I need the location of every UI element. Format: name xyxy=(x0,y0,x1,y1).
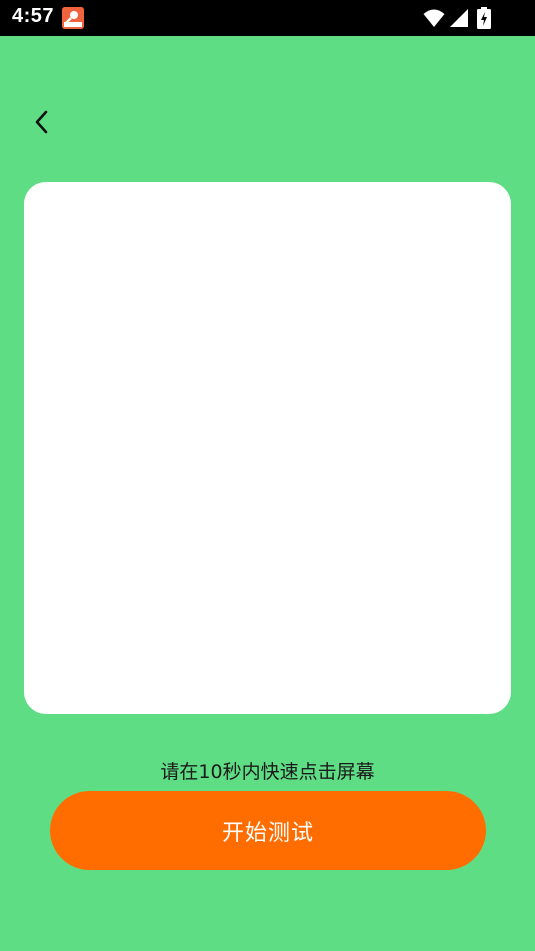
status-time: 4:57 xyxy=(12,5,55,27)
instruction-text: 请在10秒内快速点击屏幕 xyxy=(160,761,375,783)
chevron-left-icon xyxy=(32,109,52,139)
signal-icon xyxy=(449,8,469,32)
battery-charging-icon xyxy=(477,7,491,33)
wifi-icon xyxy=(423,8,445,32)
back-button[interactable] xyxy=(24,106,60,142)
status-icons xyxy=(423,7,495,29)
start-test-button[interactable]: 开始测试 xyxy=(50,791,486,870)
app-notification-icon xyxy=(62,7,84,29)
tap-area-card[interactable] xyxy=(24,182,511,714)
status-bar: 4:57 xyxy=(0,0,535,36)
